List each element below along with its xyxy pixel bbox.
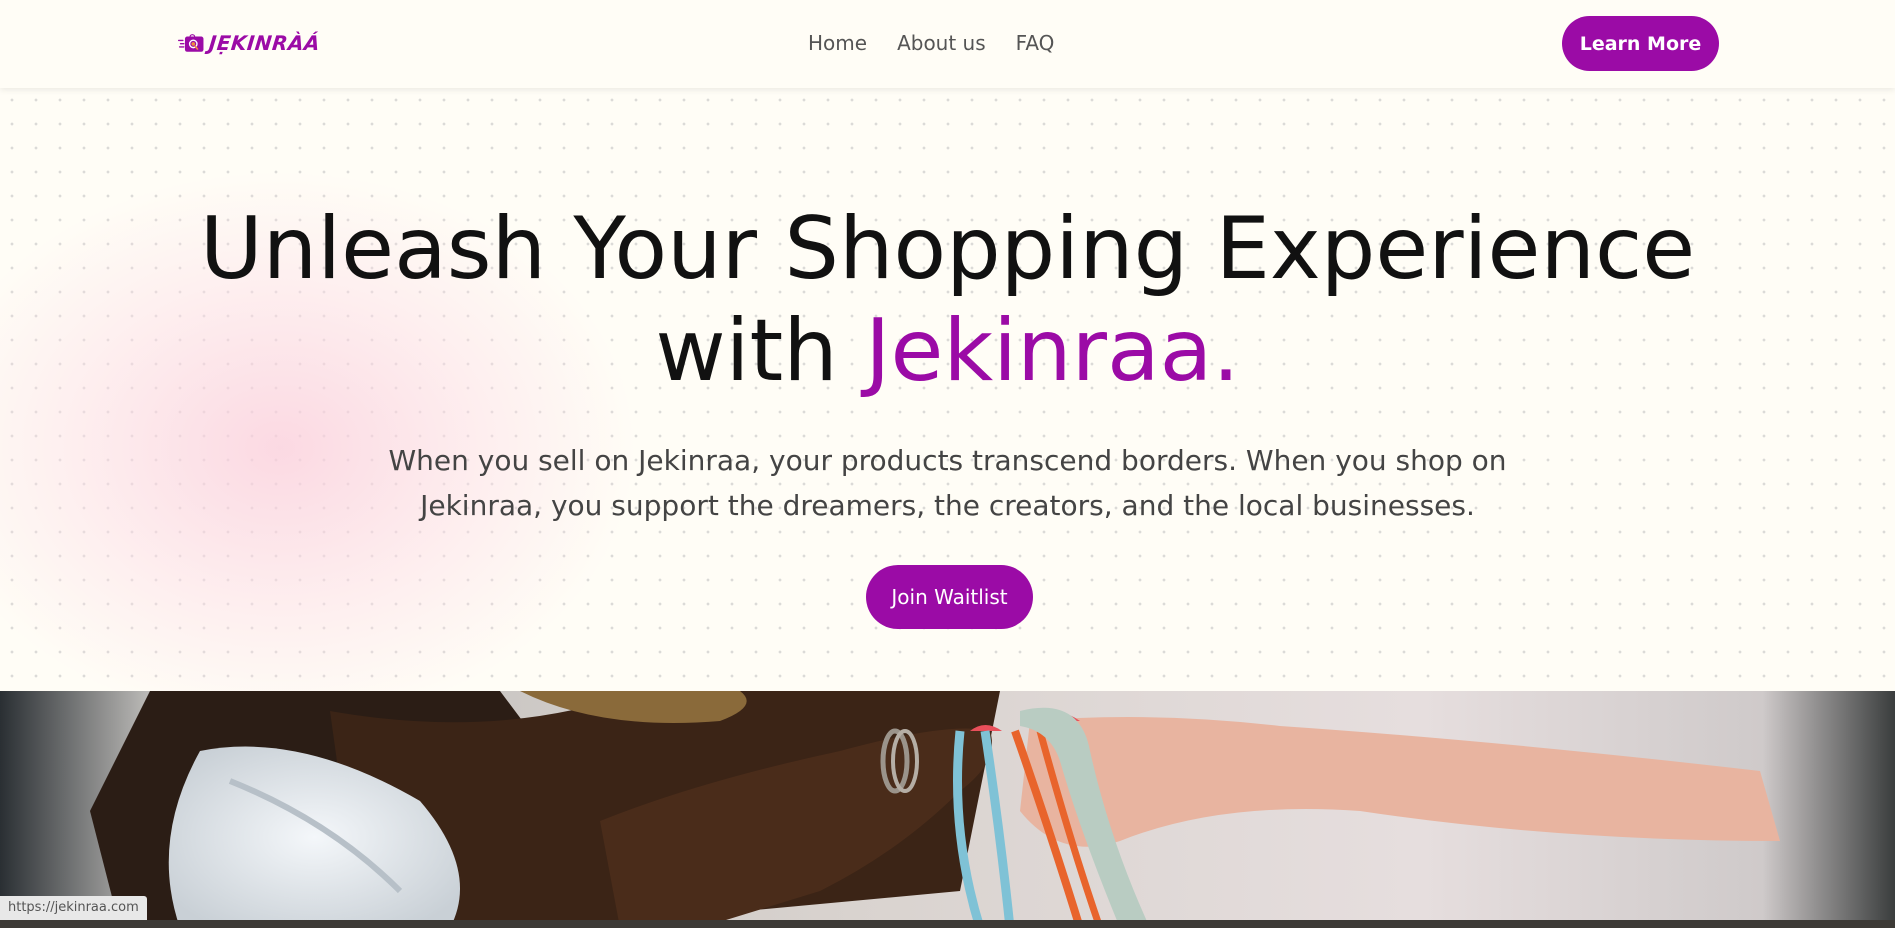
learn-more-button[interactable]: Learn More (1562, 16, 1719, 71)
top-navbar: JẸKINRÀÁ Home About us FAQ Learn More (0, 0, 1895, 88)
hero-photo (0, 691, 1895, 928)
hero-title-accent: Jekinraa. (865, 301, 1240, 401)
main-nav: Home About us FAQ (808, 30, 1054, 56)
hero-title-with: with (655, 301, 866, 401)
hands-exchanging-bag-image (0, 691, 1895, 928)
brand-logo[interactable]: JẸKINRÀÁ (178, 22, 322, 64)
join-waitlist-button[interactable]: Join Waitlist (866, 565, 1033, 629)
nav-link-home[interactable]: Home (808, 30, 867, 56)
shopping-bag-icon (178, 34, 204, 52)
nav-link-about-us[interactable]: About us (897, 30, 986, 56)
nav-link-faq[interactable]: FAQ (1016, 30, 1055, 56)
brand-wordmark: JẸKINRÀÁ (207, 31, 322, 55)
hero-title-line1: Unleash Your Shopping Experience (199, 199, 1696, 299)
hero-section: Unleash Your Shopping Experience with Je… (0, 88, 1895, 691)
hero-subtitle: When you sell on Jekinraa, your products… (388, 444, 1507, 522)
status-bar-url: https://jekinraa.com (0, 896, 147, 920)
hero-title: Unleash Your Shopping Experience with Je… (0, 198, 1895, 402)
